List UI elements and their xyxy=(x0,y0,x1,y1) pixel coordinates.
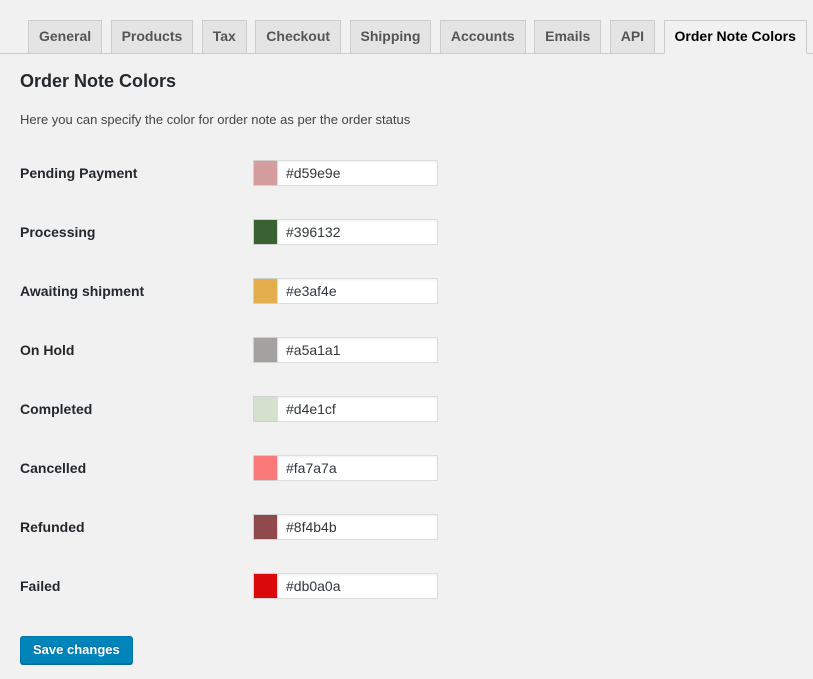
color-swatch[interactable] xyxy=(253,278,277,304)
color-hex-input[interactable] xyxy=(277,219,438,245)
page-description: Here you can specify the color for order… xyxy=(20,112,793,127)
color-swatch[interactable] xyxy=(253,337,277,363)
color-hex-input[interactable] xyxy=(277,160,438,186)
status-row-cancelled: Cancelled xyxy=(20,455,793,481)
status-label: Awaiting shipment xyxy=(20,283,253,299)
status-row-awaiting-shipment: Awaiting shipment xyxy=(20,278,793,304)
status-row-failed: Failed xyxy=(20,573,793,599)
status-row-refunded: Refunded xyxy=(20,514,793,540)
tab-tax[interactable]: Tax xyxy=(202,20,247,53)
color-field xyxy=(253,278,438,304)
color-field xyxy=(253,514,438,540)
status-label: Cancelled xyxy=(20,460,253,476)
color-field xyxy=(253,160,438,186)
color-swatch[interactable] xyxy=(253,514,277,540)
color-field xyxy=(253,337,438,363)
status-row-pending-payment: Pending Payment xyxy=(20,160,793,186)
settings-panel: Order Note Colors Here you can specify t… xyxy=(0,71,813,664)
status-label: Pending Payment xyxy=(20,165,253,181)
color-swatch[interactable] xyxy=(253,455,277,481)
color-field xyxy=(253,396,438,422)
color-hex-input[interactable] xyxy=(277,514,438,540)
color-field xyxy=(253,573,438,599)
tab-api[interactable]: API xyxy=(610,20,655,53)
color-swatch[interactable] xyxy=(253,219,277,245)
tab-accounts[interactable]: Accounts xyxy=(440,20,526,53)
tab-order-note-colors[interactable]: Order Note Colors xyxy=(664,20,807,54)
color-hex-input[interactable] xyxy=(277,396,438,422)
page-title: Order Note Colors xyxy=(20,71,793,93)
tab-emails[interactable]: Emails xyxy=(534,20,601,53)
tab-products[interactable]: Products xyxy=(111,20,194,53)
color-swatch[interactable] xyxy=(253,160,277,186)
tab-checkout[interactable]: Checkout xyxy=(255,20,341,53)
tab-shipping[interactable]: Shipping xyxy=(350,20,432,53)
status-label: Completed xyxy=(20,401,253,417)
color-hex-input[interactable] xyxy=(277,337,438,363)
status-label: On Hold xyxy=(20,342,253,358)
status-row-on-hold: On Hold xyxy=(20,337,793,363)
color-swatch[interactable] xyxy=(253,396,277,422)
status-label: Processing xyxy=(20,224,253,240)
tab-general[interactable]: General xyxy=(28,20,102,53)
color-field xyxy=(253,455,438,481)
color-hex-input[interactable] xyxy=(277,278,438,304)
status-label: Failed xyxy=(20,578,253,594)
color-hex-input[interactable] xyxy=(277,573,438,599)
settings-tab-bar: General Products Tax Checkout Shipping A… xyxy=(0,0,813,54)
color-hex-input[interactable] xyxy=(277,455,438,481)
color-field xyxy=(253,219,438,245)
color-swatch[interactable] xyxy=(253,573,277,599)
status-color-list: Pending Payment Processing Awaiting ship… xyxy=(20,160,793,599)
status-row-completed: Completed xyxy=(20,396,793,422)
status-label: Refunded xyxy=(20,519,253,535)
status-row-processing: Processing xyxy=(20,219,793,245)
save-changes-button[interactable]: Save changes xyxy=(20,636,133,664)
